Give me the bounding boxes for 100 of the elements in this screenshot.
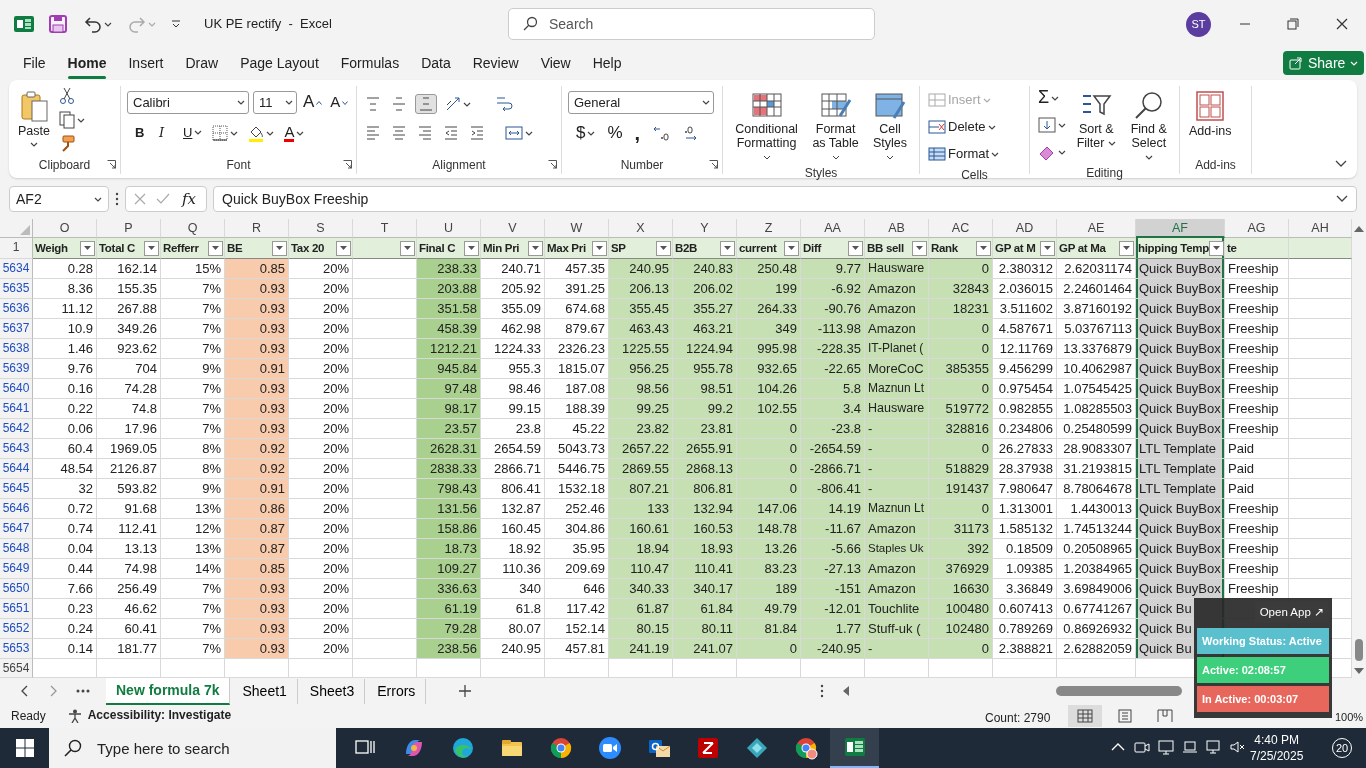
add-sheet-icon[interactable]: [458, 684, 473, 698]
scroll-up-icon[interactable]: [1354, 225, 1364, 233]
insert-function-button[interactable]: fx: [180, 189, 198, 209]
avatar-button[interactable]: ST: [1186, 12, 1211, 37]
row-header[interactable]: 5638: [0, 339, 33, 359]
row-header[interactable]: 5647: [0, 519, 33, 539]
view-normal-button[interactable]: [1068, 705, 1102, 727]
previous-sheet-icon[interactable]: [20, 685, 30, 697]
italic-button[interactable]: I: [157, 124, 175, 142]
customize-toolbar-icon[interactable]: [170, 18, 182, 30]
filter-button[interactable]: [656, 240, 671, 256]
number-format-field[interactable]: General: [568, 91, 714, 114]
underline-button[interactable]: U: [181, 124, 205, 142]
row-header[interactable]: 5644: [0, 459, 33, 479]
row-header[interactable]: 5645: [0, 479, 33, 499]
row-header[interactable]: 5635: [0, 279, 33, 299]
sheet-tab[interactable]: Sheet1: [232, 678, 298, 704]
filter-button[interactable]: [1040, 240, 1055, 256]
find-select-button[interactable]: Find & Select: [1124, 86, 1173, 165]
menu-tab[interactable]: Formulas: [329, 48, 411, 78]
row-header[interactable]: 5653: [0, 639, 33, 659]
taskbar-search-field[interactable]: Type here to search: [49, 728, 336, 768]
cells-delete-button[interactable]: Delete: [926, 115, 1002, 139]
menu-tab[interactable]: Help: [581, 48, 633, 78]
filter-button[interactable]: [1208, 240, 1224, 256]
more-vertical-icon[interactable]: [115, 192, 119, 206]
dialog-launcher-icon[interactable]: [709, 160, 718, 169]
display-icon[interactable]: [1158, 739, 1174, 755]
filter-button[interactable]: [784, 240, 799, 256]
zoom-level[interactable]: 100%: [1335, 709, 1364, 726]
autosum-button[interactable]: Σ: [1036, 86, 1068, 110]
laptop-icon[interactable]: [1182, 739, 1198, 755]
percent-button[interactable]: %: [605, 123, 625, 144]
collapse-ribbon-icon[interactable]: [1335, 160, 1347, 168]
scrollbar-thumb[interactable]: [1355, 639, 1363, 661]
filter-button[interactable]: [208, 240, 223, 256]
style-button[interactable]: Format as Table: [806, 86, 865, 165]
menu-tab[interactable]: Data: [410, 48, 462, 78]
row-header[interactable]: 5648: [0, 539, 33, 559]
undo-button[interactable]: [82, 14, 114, 34]
menu-tab[interactable]: File: [12, 48, 57, 78]
bold-button[interactable]: B: [133, 124, 151, 142]
row-header[interactable]: 5652: [0, 619, 33, 639]
row-header[interactable]: 5654: [0, 659, 33, 678]
filter-button[interactable]: [528, 240, 543, 256]
more-icon[interactable]: [76, 689, 90, 693]
sheet-tab[interactable]: Errors: [367, 678, 427, 704]
row-header[interactable]: 5643: [0, 439, 33, 459]
menu-tab[interactable]: Page Layout: [229, 48, 330, 78]
camera-icon[interactable]: [1134, 739, 1150, 755]
sheet-tab[interactable]: New formula 7k: [106, 677, 231, 705]
search-field[interactable]: Search: [508, 8, 875, 40]
cells-format-button[interactable]: Format: [926, 142, 1002, 166]
open-app-button[interactable]: Open App ↗: [1254, 602, 1329, 624]
font-color-button[interactable]: A: [282, 123, 307, 143]
row-header[interactable]: 5649: [0, 559, 33, 579]
shrink-font-button[interactable]: A: [328, 93, 351, 112]
column-header[interactable]: AF: [1136, 219, 1225, 238]
menu-tab[interactable]: Draw: [174, 48, 230, 78]
accessibility-button[interactable]: Accessibility: Investigate: [85, 708, 234, 724]
menu-tab[interactable]: Insert: [117, 48, 175, 78]
filter-button[interactable]: [80, 240, 95, 256]
more-vertical-icon[interactable]: [820, 684, 824, 698]
filter-button[interactable]: [464, 240, 479, 256]
font-size-field[interactable]: 11: [253, 91, 297, 114]
filter-button[interactable]: [912, 240, 927, 256]
menu-tab[interactable]: Home: [56, 48, 118, 78]
filter-button[interactable]: [592, 240, 607, 256]
filter-button[interactable]: [144, 240, 159, 256]
row-header[interactable]: 5651: [0, 599, 33, 619]
font-name-field[interactable]: Calibri: [127, 91, 249, 114]
copy-button[interactable]: [56, 110, 87, 130]
sort-filter-button[interactable]: Sort & Filter: [1072, 86, 1121, 151]
taskbar-clock[interactable]: 4:40 PM 7/25/2025: [1250, 732, 1304, 764]
network-icon[interactable]: [1206, 739, 1222, 755]
dialog-launcher-icon[interactable]: [548, 160, 557, 169]
add-ins-button[interactable]: Add-ins: [1186, 86, 1235, 139]
next-sheet-icon[interactable]: [48, 685, 58, 697]
save-button[interactable]: [46, 13, 70, 35]
filter-button[interactable]: [1119, 240, 1134, 256]
filter-button[interactable]: [976, 240, 991, 256]
menu-tab[interactable]: View: [529, 48, 582, 78]
sheet-tab[interactable]: Sheet3: [299, 678, 366, 704]
filter-button[interactable]: [400, 240, 415, 256]
style-button[interactable]: Cell Styles: [866, 86, 913, 165]
row-header[interactable]: 1: [0, 238, 33, 259]
row-header[interactable]: 5642: [0, 419, 33, 439]
merge-button[interactable]: [503, 124, 535, 142]
scroll-left-icon[interactable]: [842, 686, 850, 696]
grow-font-button[interactable]: A: [301, 92, 325, 113]
notifications-button[interactable]: 20: [1322, 728, 1362, 768]
comma-style-button[interactable]: ,: [632, 125, 643, 142]
scrollbar-thumb[interactable]: [1056, 686, 1182, 696]
row-header[interactable]: 5637: [0, 319, 33, 339]
scroll-down-icon[interactable]: [1354, 667, 1364, 675]
row-header[interactable]: 5640: [0, 379, 33, 399]
row-header[interactable]: 5639: [0, 359, 33, 379]
speaker-muted-icon[interactable]: [1230, 739, 1246, 755]
style-button[interactable]: Conditional Formatting: [729, 86, 805, 165]
check-icon[interactable]: [156, 193, 170, 205]
